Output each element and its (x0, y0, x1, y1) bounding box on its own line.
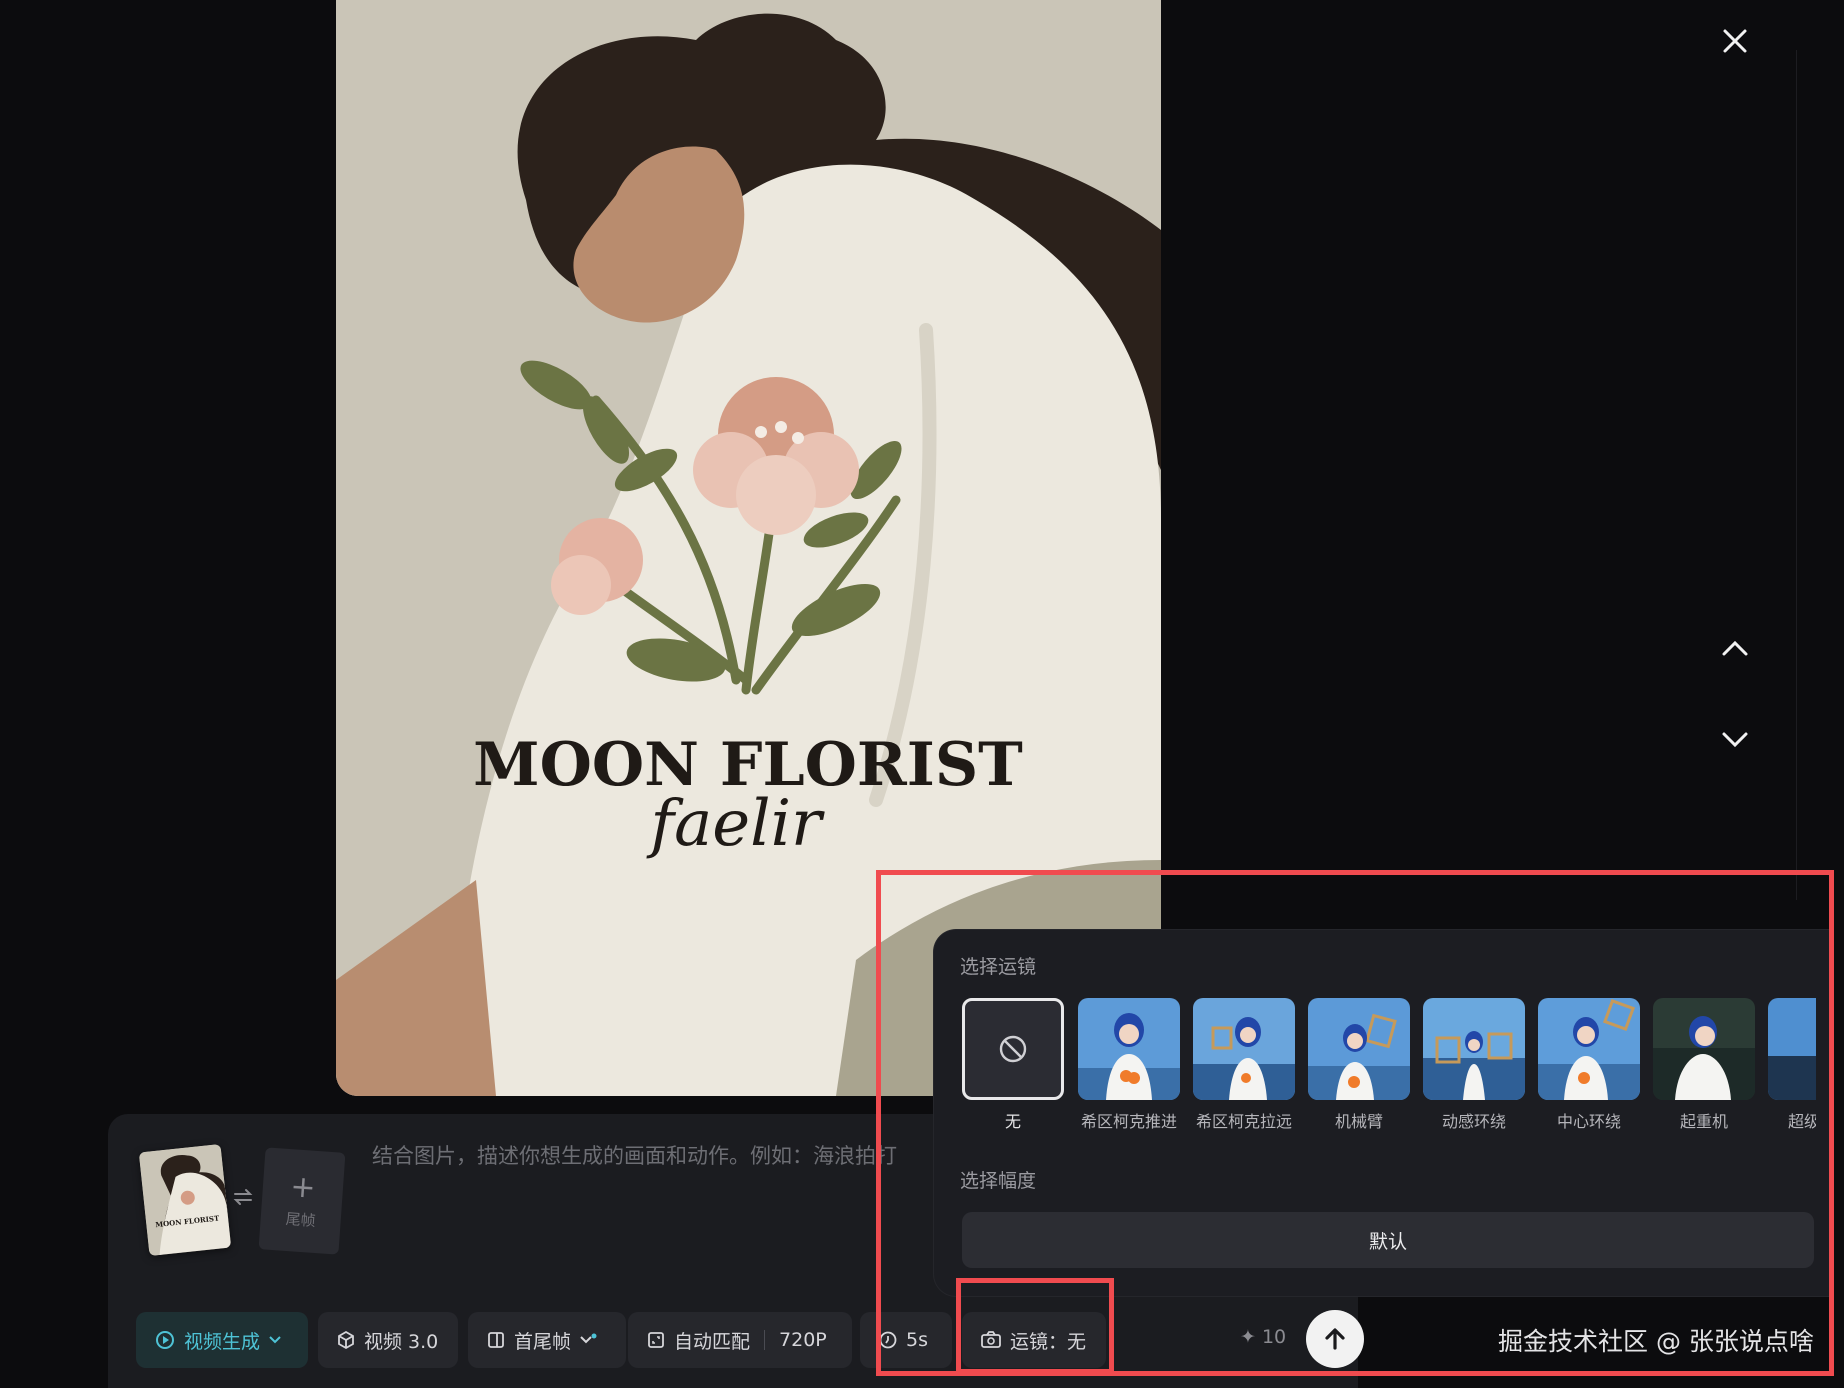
camera-icon (981, 1331, 1001, 1348)
amplitude-title: 选择幅度 (960, 1170, 1037, 1192)
watermark: 掘金技术社区 @ 张张说点啥 (1498, 1327, 1814, 1356)
camera-move-title: 选择运镜 (960, 956, 1037, 978)
mode-select[interactable]: 视频生成 (136, 1312, 308, 1368)
chevron-down-icon (580, 1333, 597, 1344)
model-select[interactable]: 视频 3.0 (318, 1312, 458, 1368)
camera-option-label: 希区柯克推进 (1080, 1112, 1177, 1131)
camera-move-label: 运镜：无 (1010, 1330, 1087, 1353)
amplitude-default-button[interactable]: 默认 (962, 1212, 1814, 1268)
camera-option-thumbnail (1423, 998, 1525, 1100)
camera-option-thumbnail (1308, 998, 1410, 1100)
camera-option-thumbnail (1078, 998, 1180, 1100)
camera-option-3[interactable]: 机械臂 (1308, 998, 1410, 1132)
plus-icon: + (289, 1168, 317, 1206)
duration-select[interactable]: 5s (860, 1312, 952, 1368)
camera-option-label: 希区柯克拉远 (1195, 1112, 1292, 1131)
camera-option-4[interactable]: 动感环绕 (1423, 998, 1525, 1132)
camera-option-label: 动感环绕 (1441, 1112, 1506, 1131)
divider (764, 1330, 766, 1350)
prompt-input[interactable]: 结合图片，描述你想生成的画面和动作。例如：海浪拍打 (372, 1140, 932, 1170)
frame-icon (488, 1332, 504, 1348)
camera-option-5[interactable]: 中心环绕 (1538, 998, 1640, 1132)
model-label: 视频 3.0 (364, 1330, 439, 1353)
camera-option-label: 无 (1004, 1112, 1021, 1131)
no-entry-icon (999, 1035, 1027, 1063)
generate-button[interactable] (1306, 1310, 1364, 1368)
credits-value: 10 (1261, 1326, 1287, 1348)
arrow-up-icon (1325, 1328, 1345, 1350)
camera-option-label: 中心环绕 (1556, 1112, 1621, 1131)
camera-option-label: 机械臂 (1334, 1112, 1383, 1131)
sparkle-icon: ✦ (1240, 1326, 1262, 1348)
camera-option-1[interactable]: 希区柯克推进 (1078, 998, 1180, 1132)
resolution-label: 720P (779, 1329, 827, 1351)
camera-option-thumbnail (1193, 998, 1295, 1100)
video-generate-icon (156, 1331, 174, 1349)
chevron-down-icon (269, 1336, 281, 1344)
camera-option-thumbnail (1653, 998, 1755, 1100)
camera-option-6[interactable]: 起重机 (1653, 998, 1755, 1132)
camera-option-label: 起重机 (1679, 1112, 1728, 1131)
duration-label: 5s (906, 1329, 928, 1351)
poster-script: faelir (646, 787, 825, 861)
swap-frames-icon[interactable] (232, 1186, 254, 1208)
tail-frame-label: 尾帧 (285, 1209, 317, 1230)
ratio-select[interactable]: 自动匹配 720P (628, 1312, 852, 1368)
close-icon[interactable] (1720, 26, 1750, 56)
credits-count: ✦ 10 (1240, 1326, 1286, 1348)
frame-mode-select[interactable]: 首尾帧 (468, 1312, 626, 1368)
camera-option-none[interactable]: 无 (962, 998, 1064, 1132)
first-frame-thumbnail[interactable]: MOON FLORIST (138, 1143, 232, 1257)
clock-icon (879, 1331, 897, 1349)
camera-option-label: 超级 (1788, 1112, 1816, 1131)
cube-icon (338, 1330, 354, 1350)
camera-option-tile (962, 998, 1064, 1100)
camera-option-thumbnail (1538, 998, 1640, 1100)
mode-label: 视频生成 (184, 1330, 261, 1353)
frame-mode-label: 首尾帧 (514, 1330, 572, 1353)
camera-option-2[interactable]: 希区柯克拉远 (1193, 998, 1295, 1132)
chevron-down-icon[interactable] (1720, 728, 1750, 752)
camera-option-thumbnail (1768, 998, 1816, 1100)
aspect-ratio-icon (648, 1332, 664, 1348)
ratio-label: 自动匹配 (674, 1330, 751, 1353)
camera-option-7[interactable]: 超级 (1768, 998, 1816, 1132)
tail-frame-upload[interactable]: + 尾帧 (258, 1147, 346, 1255)
camera-move-select[interactable]: 运镜：无 (962, 1312, 1106, 1368)
divider (1796, 50, 1797, 900)
chevron-up-icon[interactable] (1720, 636, 1750, 660)
